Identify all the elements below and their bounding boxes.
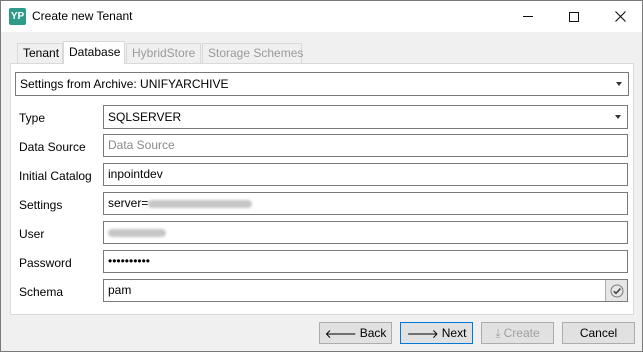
password-value: •••••••••• — [108, 254, 151, 268]
cancel-label: Cancel — [579, 326, 618, 340]
close-button[interactable] — [597, 1, 643, 32]
type-dropdown[interactable]: SQLSERVER — [103, 105, 628, 129]
tab-tenant[interactable]: Tenant — [17, 43, 63, 63]
password-field[interactable]: •••••••••• — [103, 250, 628, 273]
app-icon: YP — [9, 8, 26, 25]
next-label: Next — [441, 326, 467, 340]
next-button[interactable]: 🡒 Next — [400, 322, 473, 344]
minimize-button[interactable] — [505, 1, 551, 32]
user-field[interactable] — [103, 221, 628, 244]
close-icon — [614, 11, 626, 22]
maximize-icon — [569, 11, 579, 22]
password-label: Password — [19, 256, 72, 270]
schema-label: Schema — [19, 285, 64, 299]
back-label: Back — [359, 326, 387, 340]
settings-value: server= — [108, 196, 149, 210]
arrow-right-icon: 🡒 — [406, 326, 439, 341]
database-panel: Settings from Archive: UNIFYARCHIVE Type… — [10, 63, 634, 315]
schema-value: pam — [108, 283, 132, 297]
settings-source-dropdown[interactable]: Settings from Archive: UNIFYARCHIVE — [15, 72, 629, 96]
data-source-label: Data Source — [19, 140, 86, 154]
initial-catalog-field[interactable]: inpointdev — [103, 163, 628, 186]
title-bar[interactable]: YP Create new Tenant — [1, 1, 642, 32]
minimize-icon — [523, 16, 533, 17]
settings-field[interactable]: server= — [103, 192, 628, 215]
arrow-left-icon: 🡐 — [324, 326, 357, 341]
tab-database[interactable]: Database — [63, 41, 125, 64]
initial-catalog-value: inpointdev — [108, 167, 163, 181]
create-tenant-window: YP Create new Tenant Tenant Database Hyb… — [0, 0, 643, 352]
settings-source-value: Settings from Archive: UNIFYARCHIVE — [20, 77, 229, 91]
back-button[interactable]: 🡐 Back — [319, 322, 392, 344]
user-label: User — [19, 227, 45, 241]
tab-hybridstore[interactable]: HybridStore — [126, 43, 201, 63]
cancel-button[interactable]: Cancel — [562, 322, 635, 344]
type-value: SQLSERVER — [108, 110, 182, 124]
tab-storage-schemes[interactable]: Storage Schemes — [202, 43, 303, 63]
redacted-text — [148, 199, 253, 208]
redacted-text — [108, 228, 166, 237]
schema-validate-button[interactable] — [605, 280, 627, 301]
checkmark-icon — [610, 284, 623, 297]
create-label: Create — [503, 326, 540, 340]
initial-catalog-label: Initial Catalog — [19, 169, 92, 183]
settings-label: Settings — [19, 198, 63, 212]
type-label: Type — [19, 111, 46, 125]
schema-field[interactable]: pam — [103, 279, 628, 302]
window-title: Create new Tenant — [32, 9, 133, 23]
data-source-field[interactable]: Data Source — [103, 134, 628, 157]
data-source-placeholder: Data Source — [108, 138, 175, 152]
chevron-down-icon — [615, 115, 621, 119]
create-button[interactable]: ⤓ Create — [481, 322, 554, 344]
maximize-button[interactable] — [551, 1, 597, 32]
chevron-down-icon — [616, 82, 622, 86]
download-icon: ⤓ — [495, 325, 501, 340]
